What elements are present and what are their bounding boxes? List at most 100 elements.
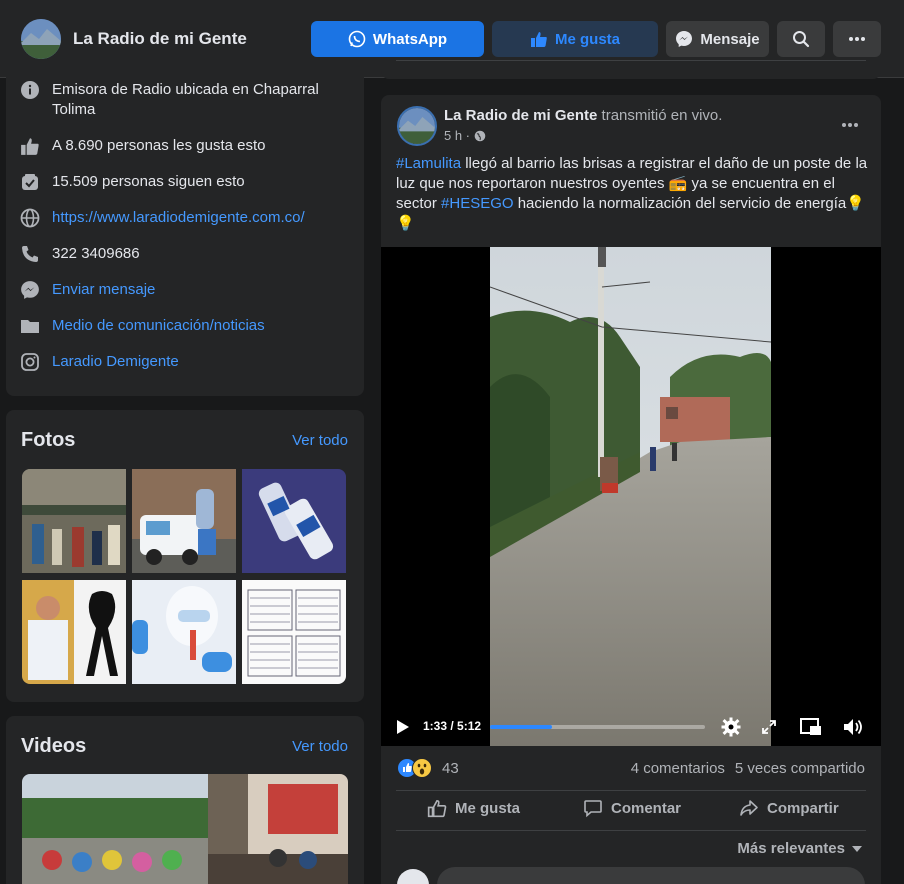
about-phone: 322 3409686 xyxy=(20,244,340,264)
search-button[interactable] xyxy=(777,21,825,57)
like-post-button[interactable]: Me gusta xyxy=(427,798,520,818)
post-text: #Lamulita llegó al barrio las brisas a r… xyxy=(396,154,871,234)
post-author-avatar[interactable] xyxy=(397,106,437,146)
follow-check-icon xyxy=(20,172,40,192)
reaction-count: 43 xyxy=(442,759,459,777)
likes-text: A 8.690 personas les gusta esto xyxy=(52,137,266,154)
more-options-button[interactable] xyxy=(833,21,881,57)
divider xyxy=(396,790,866,791)
fullscreen-icon[interactable] xyxy=(761,719,777,735)
about-followers: 15.509 personas siguen esto xyxy=(20,172,340,192)
photo-thumbnail[interactable] xyxy=(22,469,126,573)
post-timestamp[interactable]: 5 h · xyxy=(444,128,486,143)
photo-thumbnail[interactable] xyxy=(242,580,346,684)
thumbs-up-icon xyxy=(20,136,40,156)
more-dots-icon xyxy=(849,37,865,41)
like-action-label: Me gusta xyxy=(455,799,521,817)
share-button[interactable]: Compartir xyxy=(739,798,839,818)
shares-count[interactable]: 5 veces compartido xyxy=(735,760,865,777)
whatsapp-icon xyxy=(348,30,366,48)
thumbs-up-icon xyxy=(530,32,547,47)
user-avatar xyxy=(397,869,429,884)
videos-see-all-link[interactable]: Ver todo xyxy=(292,738,348,755)
video-progress-bar[interactable] xyxy=(490,725,705,729)
video-progress-fill xyxy=(490,725,553,729)
like-page-button[interactable]: Me gusta xyxy=(492,21,658,57)
comment-sort-dropdown[interactable]: Más relevantes xyxy=(737,840,863,857)
video-frame xyxy=(490,247,771,746)
info-icon xyxy=(20,80,40,100)
caret-down-icon xyxy=(852,845,862,852)
share-action-label: Compartir xyxy=(767,799,839,817)
divider xyxy=(396,830,866,831)
post-time-text: 5 h · xyxy=(444,128,471,143)
website-link[interactable]: https://www.laradiodemigente.com.co/ xyxy=(52,208,305,228)
post-author-name[interactable]: La Radio de mi Gente xyxy=(444,107,597,124)
reactions-summary[interactable]: 43 xyxy=(398,758,459,778)
divider xyxy=(396,60,866,61)
thumbs-up-icon xyxy=(427,799,447,818)
about-category: Medio de comunicación/noticias xyxy=(20,316,340,336)
video-thumbnail[interactable] xyxy=(208,774,348,884)
whatsapp-label: WhatsApp xyxy=(372,30,448,48)
comment-action-label: Comentar xyxy=(611,799,682,817)
about-card: Emisora de Radio ubicada en Chaparral To… xyxy=(6,60,364,396)
more-dots-icon xyxy=(842,123,858,127)
globe-icon xyxy=(474,130,486,141)
videos-title: Videos xyxy=(21,735,87,757)
instagram-link[interactable]: Laradio Demigente xyxy=(52,352,179,372)
settings-gear-icon[interactable] xyxy=(721,717,741,737)
about-likes: A 8.690 personas les gusta esto xyxy=(20,136,340,156)
hashtag-link[interactable]: #Lamulita xyxy=(396,155,461,172)
post-header: La Radio de mi Gente transmitió en vivo. xyxy=(444,107,722,124)
phone-text: 322 3409686 xyxy=(52,245,140,262)
post-stats: 4 comentarios 5 veces compartido xyxy=(631,760,865,777)
page-title[interactable]: La Radio de mi Gente xyxy=(73,29,247,49)
picture-in-picture-icon[interactable] xyxy=(800,717,822,737)
volume-icon[interactable] xyxy=(842,717,864,737)
about-website: https://www.laradiodemigente.com.co/ xyxy=(20,208,340,228)
videos-card: Videos Ver todo xyxy=(6,716,364,884)
video-player[interactable]: 1:33 / 5:12 xyxy=(381,247,881,746)
photo-thumbnail[interactable] xyxy=(132,580,236,684)
post-action-text: transmitió en vivo. xyxy=(601,107,723,124)
share-icon xyxy=(740,800,758,816)
photo-thumbnail[interactable] xyxy=(22,580,126,684)
about-instagram: Laradio Demigente xyxy=(20,352,340,372)
comment-input[interactable] xyxy=(437,867,865,884)
photos-title: Fotos xyxy=(21,429,76,451)
message-label: Mensaje xyxy=(700,30,760,48)
comment-button[interactable]: Comentar xyxy=(583,798,681,818)
like-label: Me gusta xyxy=(554,30,620,48)
video-time: 1:33 / 5:12 xyxy=(423,719,482,733)
about-description: Emisora de Radio ubicada en Chaparral To… xyxy=(20,80,340,120)
video-thumbnail[interactable] xyxy=(22,774,208,884)
photos-card: Fotos Ver todo xyxy=(6,410,364,702)
page-avatar[interactable] xyxy=(21,19,61,59)
category-link[interactable]: Medio de comunicación/noticias xyxy=(52,316,265,336)
sort-label: Más relevantes xyxy=(737,840,845,857)
photo-thumbnail[interactable] xyxy=(242,469,346,573)
video-controls: 1:33 / 5:12 xyxy=(381,707,881,746)
play-icon[interactable] xyxy=(396,719,410,735)
send-message-link[interactable]: Enviar mensaje xyxy=(52,280,155,300)
wow-reaction-icon xyxy=(412,758,432,778)
followers-text: 15.509 personas siguen esto xyxy=(52,173,245,190)
comments-count[interactable]: 4 comentarios xyxy=(631,760,725,777)
messenger-icon xyxy=(20,280,40,300)
post-card: La Radio de mi Gente transmitió en vivo.… xyxy=(381,95,881,884)
globe-icon xyxy=(20,208,40,228)
comment-icon xyxy=(584,800,602,818)
post-more-options[interactable] xyxy=(841,115,859,133)
phone-icon xyxy=(20,244,40,264)
about-send-message: Enviar mensaje xyxy=(20,280,340,300)
instagram-icon xyxy=(20,352,40,372)
previous-post-bottom xyxy=(381,60,881,79)
message-button[interactable]: Mensaje xyxy=(666,21,769,57)
hashtag-link[interactable]: #HESEGO xyxy=(441,195,514,212)
messenger-icon xyxy=(676,31,693,47)
whatsapp-button[interactable]: WhatsApp xyxy=(311,21,484,57)
photos-see-all-link[interactable]: Ver todo xyxy=(292,432,348,449)
photo-thumbnail[interactable] xyxy=(132,469,236,573)
folder-icon xyxy=(20,316,40,336)
